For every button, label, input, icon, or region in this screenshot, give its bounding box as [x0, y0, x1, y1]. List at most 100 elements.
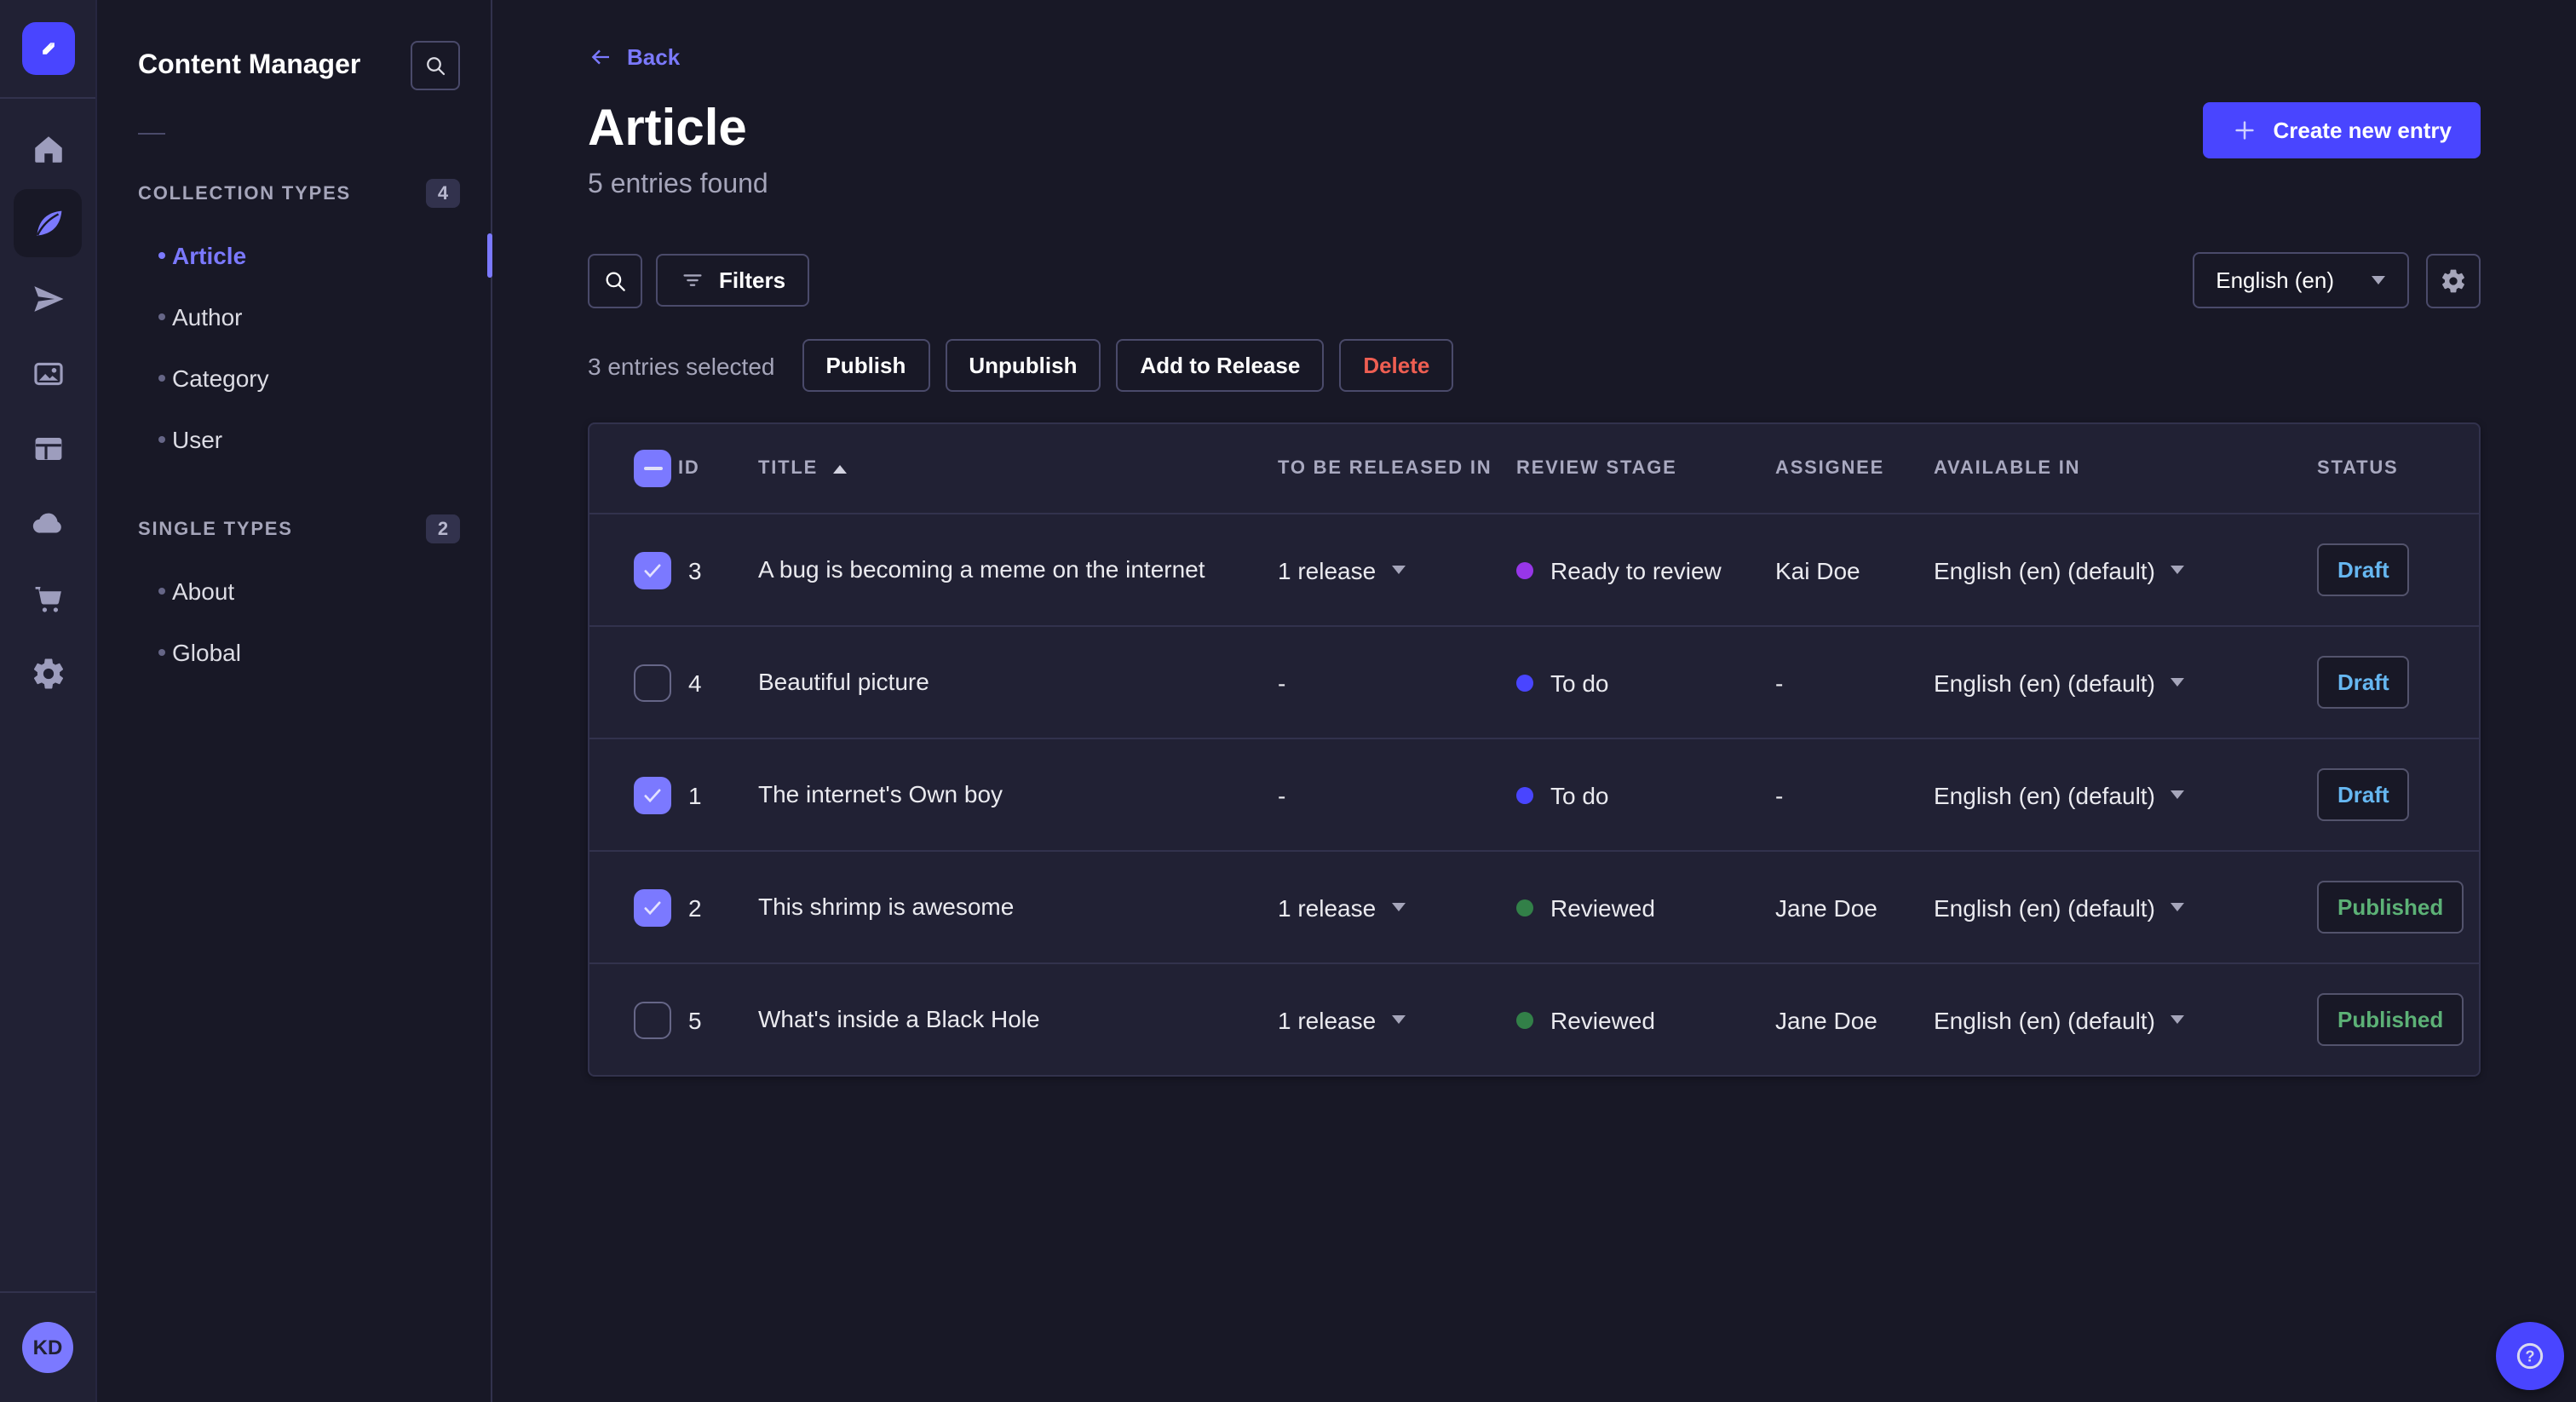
section-collection-types[interactable]: COLLECTION TYPES 4 — [97, 179, 491, 208]
check-icon — [644, 900, 661, 915]
bullet-icon — [158, 436, 165, 443]
sidebar-item-global[interactable]: Global — [97, 622, 491, 683]
strapi-logo[interactable] — [21, 22, 74, 75]
column-header-title[interactable]: TITLE — [758, 458, 1278, 479]
assignee: - — [1775, 781, 1784, 808]
add-to-release-button[interactable]: Add to Release — [1116, 339, 1325, 392]
available-in-dropdown[interactable]: English (en) (default) — [1934, 1006, 2184, 1033]
sidebar-item-user[interactable]: User — [97, 409, 491, 470]
row-id: 4 — [688, 669, 702, 696]
delete-button[interactable]: Delete — [1339, 339, 1454, 392]
review-stage: Reviewed — [1516, 893, 1775, 921]
assignee: Jane Doe — [1775, 1006, 1877, 1033]
help-button[interactable]: ? — [2496, 1322, 2564, 1390]
main-nav: KD — [0, 0, 97, 1402]
row-title: Beautiful picture — [758, 668, 929, 695]
column-header-id[interactable]: ID — [678, 458, 758, 479]
bullet-icon — [158, 375, 165, 382]
feather-icon — [35, 210, 61, 235]
column-header-available[interactable]: AVAILABLE IN — [1934, 458, 2317, 479]
nav-settings[interactable] — [14, 639, 82, 707]
sidebar-item-about[interactable]: About — [97, 560, 491, 622]
status-badge: Published — [2317, 881, 2464, 934]
release-dropdown[interactable]: 1 release — [1278, 556, 1406, 583]
home-icon — [34, 135, 61, 162]
search-icon — [606, 271, 625, 290]
section-label: COLLECTION TYPES — [138, 183, 352, 204]
row-title: The internet's Own boy — [758, 780, 1003, 807]
column-header-release[interactable]: TO BE RELEASED IN — [1278, 458, 1516, 479]
chevron-down-icon — [1391, 903, 1406, 911]
back-link[interactable]: Back — [588, 44, 680, 70]
chevron-down-icon — [1391, 1015, 1406, 1024]
status-badge: Draft — [2317, 768, 2410, 821]
available-in-dropdown[interactable]: English (en) (default) — [1934, 781, 2184, 808]
row-title: What's inside a Black Hole — [758, 1005, 1040, 1032]
view-settings-button[interactable] — [2426, 253, 2481, 307]
row-checkbox[interactable] — [634, 888, 671, 926]
nav-content-manager[interactable] — [14, 189, 82, 257]
bullet-icon — [158, 313, 165, 320]
filter-icon — [683, 274, 702, 286]
table-row[interactable]: 3 A bug is becoming a meme on the intern… — [589, 514, 2479, 627]
row-id: 3 — [688, 556, 702, 583]
column-header-assignee[interactable]: ASSIGNEE — [1775, 458, 1934, 479]
logo-section — [0, 0, 95, 99]
sidebar-item-label: Category — [172, 365, 269, 392]
table-row[interactable]: 2 This shrimp is awesome 1 release Revie… — [589, 852, 2479, 964]
row-checkbox[interactable] — [634, 664, 671, 701]
subnav-divider — [138, 133, 165, 135]
column-header-status[interactable]: STATUS — [2317, 458, 2479, 479]
locale-select[interactable]: English (en) — [2192, 252, 2409, 308]
media-library-icon — [33, 361, 62, 385]
create-new-entry-button[interactable]: Create new entry — [2203, 102, 2481, 158]
selection-count: 3 entries selected — [588, 352, 775, 379]
available-in-dropdown[interactable]: English (en) (default) — [1934, 893, 2184, 921]
subnav-search-button[interactable] — [411, 41, 460, 90]
avatar-section: KD — [0, 1291, 95, 1402]
review-stage: Reviewed — [1516, 1006, 1775, 1033]
sidebar-item-label: Global — [172, 639, 241, 666]
publish-button[interactable]: Publish — [802, 339, 930, 392]
sidebar-item-article[interactable]: Article — [97, 225, 492, 286]
row-checkbox[interactable] — [634, 551, 671, 589]
nav-cloud[interactable] — [14, 489, 82, 557]
collection-types-list: Article Author Category User — [97, 225, 492, 470]
release-dropdown[interactable]: 1 release — [1278, 1006, 1406, 1033]
entries-count: 5 entries found — [588, 170, 768, 199]
assignee: Jane Doe — [1775, 893, 1877, 921]
table-row[interactable]: 1 The internet's Own boy - To do - Engli… — [589, 739, 2479, 852]
review-stage: Ready to review — [1516, 556, 1775, 583]
column-header-stage[interactable]: REVIEW STAGE — [1516, 458, 1775, 479]
section-count-badge: 2 — [426, 514, 460, 543]
filters-button[interactable]: Filters — [656, 254, 810, 307]
nav-home[interactable] — [14, 114, 82, 182]
section-label: SINGLE TYPES — [138, 519, 293, 539]
single-types-list: About Global — [97, 560, 491, 683]
sidebar-item-author[interactable]: Author — [97, 286, 491, 348]
status-badge: Published — [2317, 993, 2464, 1046]
sidebar-item-category[interactable]: Category — [97, 348, 491, 409]
cloud-icon — [32, 513, 61, 533]
available-in-dropdown[interactable]: English (en) (default) — [1934, 669, 2184, 696]
row-id: 5 — [688, 1006, 702, 1033]
nav-media-library[interactable] — [14, 339, 82, 407]
search-button[interactable] — [588, 253, 642, 307]
nav-content-type-builder[interactable] — [14, 414, 82, 482]
row-checkbox[interactable] — [634, 1001, 671, 1038]
select-all-checkbox[interactable] — [634, 450, 671, 487]
release-value: - — [1278, 669, 1286, 696]
unpublish-button[interactable]: Unpublish — [945, 339, 1101, 392]
user-avatar[interactable]: KD — [22, 1322, 73, 1373]
stage-dot-icon — [1516, 674, 1533, 691]
available-in-dropdown[interactable]: English (en) (default) — [1934, 556, 2184, 583]
section-single-types[interactable]: SINGLE TYPES 2 — [97, 514, 491, 543]
row-checkbox[interactable] — [634, 776, 671, 813]
table-row[interactable]: 5 What's inside a Black Hole 1 release R… — [589, 964, 2479, 1075]
nav-releases[interactable] — [14, 264, 82, 332]
nav-marketplace[interactable] — [14, 564, 82, 632]
plus-icon — [2235, 121, 2255, 140]
question-circle-icon: ? — [2516, 1342, 2544, 1370]
table-row[interactable]: 4 Beautiful picture - To do - English (e… — [589, 627, 2479, 739]
release-dropdown[interactable]: 1 release — [1278, 893, 1406, 921]
